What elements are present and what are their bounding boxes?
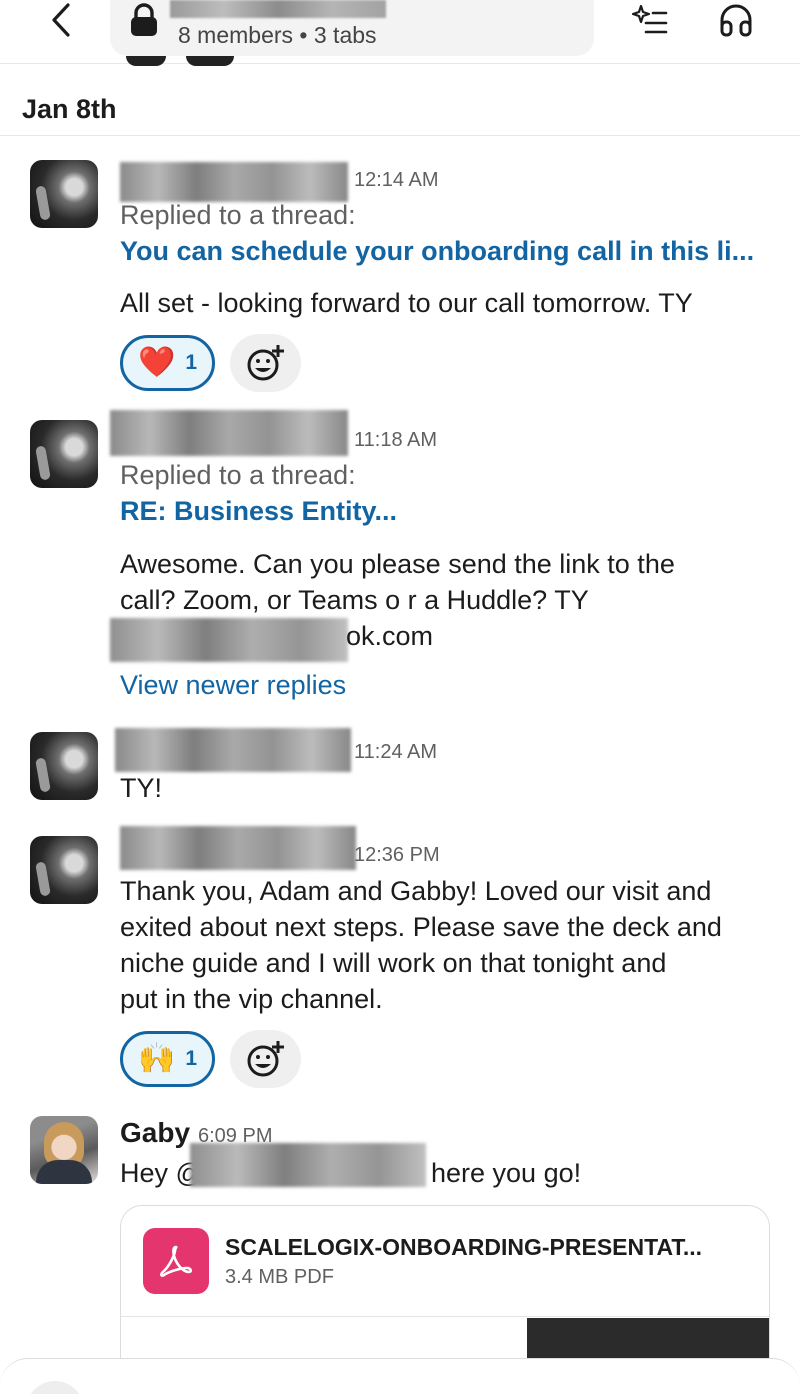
headphones-icon[interactable] (716, 0, 756, 40)
pdf-file-icon (143, 1228, 209, 1294)
author-name-redacted[interactable] (110, 410, 348, 456)
author-name-redacted[interactable] (120, 826, 356, 870)
message-text-line: exited about next steps. Please save the… (120, 912, 722, 942)
lock-icon (128, 2, 160, 38)
date-divider: Jan 8th (0, 84, 800, 136)
reaction-heart[interactable]: ❤️ 1 (120, 335, 215, 391)
message-text-line: Thank you, Adam and Gabby! Loved our vis… (120, 876, 712, 906)
divider (121, 1316, 769, 1317)
add-reaction-icon (247, 345, 284, 381)
message-text-line: niche guide and I will work on that toni… (120, 948, 667, 978)
message-text: All set - looking forward to our call to… (120, 288, 693, 318)
message-timestamp: 12:36 PM (354, 844, 440, 866)
add-reaction-icon (247, 1041, 284, 1077)
heart-emoji-icon: ❤️ (137, 346, 176, 379)
file-name[interactable]: SCALELOGIX-ONBOARDING-PRESENTAT... (225, 1234, 702, 1261)
thread-link[interactable]: RE: Business Entity... (120, 496, 397, 527)
mention-redacted[interactable] (190, 1143, 426, 1187)
add-reaction-button[interactable] (230, 1030, 301, 1088)
file-size-type: 3.4 MB PDF (225, 1266, 334, 1288)
channel-members-tabs[interactable]: 8 members • 3 tabs (178, 22, 377, 49)
raised-hands-emoji-icon: 🙌 (137, 1042, 176, 1075)
message-text-line: call? Zoom, or Teams o r a Huddle? TY (120, 585, 589, 615)
ai-sparkle-list-icon[interactable] (630, 0, 670, 40)
message-text-line: Awesome. Can you please send the link to… (120, 549, 675, 579)
add-reaction-button[interactable] (230, 334, 301, 392)
email-redacted (110, 618, 348, 662)
message-timestamp: 11:18 AM (354, 429, 438, 451)
author-name[interactable]: Gaby (120, 1117, 190, 1149)
message-timestamp: 12:14 AM (354, 169, 439, 191)
replied-label: Replied to a thread: (120, 200, 356, 230)
channel-name-redacted (170, 0, 386, 18)
replied-label: Replied to a thread: (120, 460, 356, 490)
avatar[interactable] (30, 420, 98, 488)
reaction-count: 1 (185, 351, 198, 374)
thread-link[interactable]: You can schedule your onboarding call in… (120, 236, 754, 267)
author-name-redacted[interactable] (120, 162, 348, 202)
author-name-redacted[interactable] (115, 728, 351, 772)
avatar[interactable] (30, 160, 98, 228)
message-text: TY! (120, 773, 163, 803)
reaction-raised-hands[interactable]: 🙌 1 (120, 1031, 215, 1087)
channel-header: 8 members • 3 tabs (0, 0, 800, 66)
reaction-count: 1 (185, 1047, 198, 1070)
back-chevron-icon[interactable] (44, 0, 78, 40)
message-composer[interactable] (0, 1358, 800, 1394)
message-text-end: here you go! (431, 1158, 582, 1188)
composer-add-button[interactable] (26, 1381, 84, 1394)
avatar[interactable] (30, 732, 98, 800)
avatar-peek (126, 56, 166, 66)
view-newer-replies-link[interactable]: View newer replies (120, 670, 346, 701)
message-text-line: put in the vip channel. (120, 984, 383, 1014)
message-timestamp: 11:24 AM (354, 741, 438, 763)
avatar-gaby[interactable] (30, 1116, 98, 1184)
avatar-peek (186, 56, 234, 66)
message-text-line: ok.com (346, 621, 434, 651)
date-label: Jan 8th (22, 94, 117, 124)
avatar[interactable] (30, 836, 98, 904)
